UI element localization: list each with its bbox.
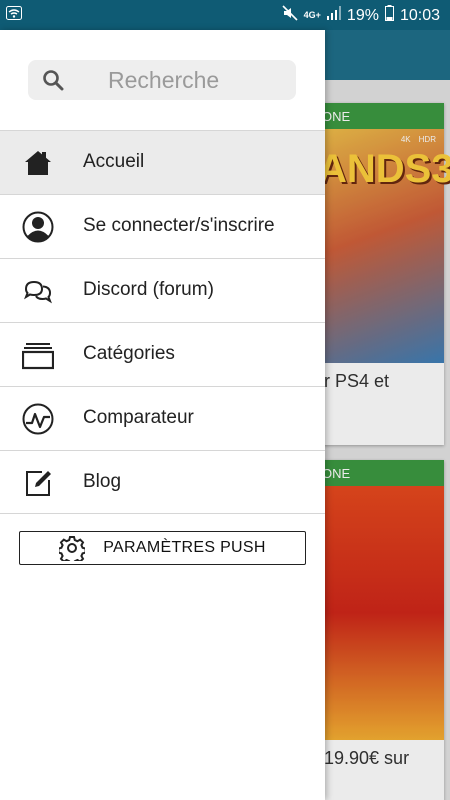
gear-icon	[57, 535, 87, 566]
clock: 10:03	[399, 6, 440, 24]
search-icon	[42, 69, 64, 91]
push-settings-label: PARAMÈTRES PUSH	[103, 539, 266, 556]
menu-item-categories[interactable]: Catégories	[0, 322, 325, 386]
status-bar: 4G+ 19% 10:03	[0, 0, 450, 30]
menu-item-discord[interactable]: Discord (forum)	[0, 258, 325, 322]
menu-item-label: Se connecter/s'inscrire	[83, 215, 275, 236]
menu-item-label: Blog	[83, 471, 122, 492]
mute-icon	[282, 5, 298, 26]
categories-icon	[21, 339, 55, 371]
menu-item-label: Comparateur	[83, 407, 194, 428]
edit-icon	[22, 467, 54, 499]
search-input[interactable]	[108, 66, 288, 94]
menu-item-label: Catégories	[83, 343, 175, 364]
battery-percent: 19%	[346, 6, 379, 24]
menu-item-comparateur[interactable]: Comparateur	[0, 386, 325, 450]
menu-item-accueil[interactable]: Accueil	[0, 130, 325, 194]
battery-icon	[384, 5, 394, 26]
menu-item-login[interactable]: Se connecter/s'inscrire	[0, 194, 325, 258]
chart-icon	[22, 403, 54, 435]
user-icon	[22, 211, 54, 243]
push-settings-button[interactable]: PARAMÈTRES PUSH	[19, 531, 306, 566]
home-icon	[22, 147, 54, 179]
network-type: 4G+	[303, 10, 321, 20]
chat-icon	[22, 275, 54, 307]
signal-icon	[326, 6, 341, 25]
wifi-icon	[6, 6, 22, 25]
menu-item-label: Accueil	[83, 151, 145, 172]
menu-item-label: Discord (forum)	[83, 279, 214, 300]
screen: 4G+ 19% 10:03 ONE 4K HDR ANDS3 r PS4 et …	[0, 0, 450, 800]
menu-item-blog[interactable]: Blog	[0, 450, 325, 514]
drawer-menu: Accueil Se connecter/s'inscrire Discord …	[0, 130, 325, 514]
navigation-drawer: Accueil Se connecter/s'inscrire	[0, 30, 325, 800]
search-bar[interactable]	[28, 60, 296, 100]
